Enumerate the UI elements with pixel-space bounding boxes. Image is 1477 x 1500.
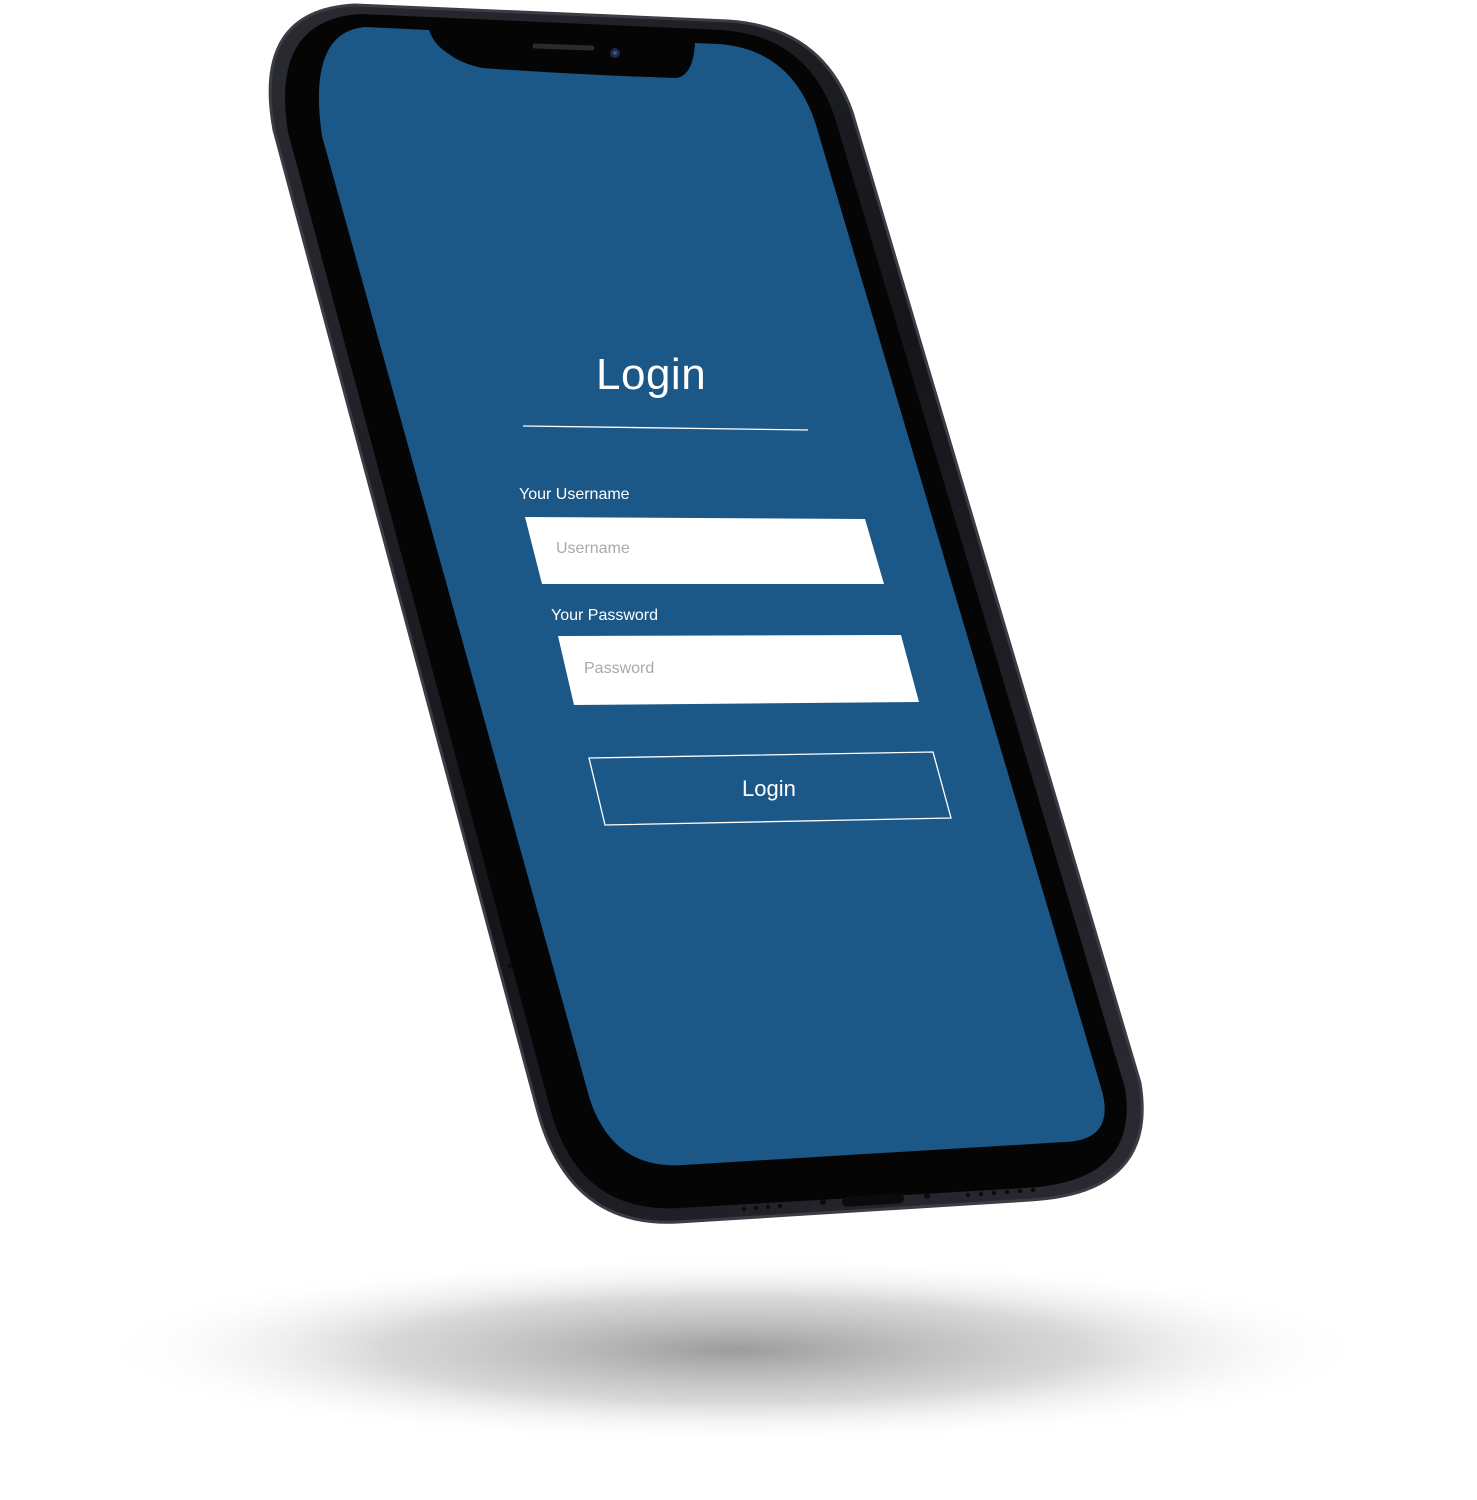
password-placeholder: Password	[584, 660, 655, 677]
username-placeholder: Username	[556, 540, 630, 557]
login-button-label: Login	[742, 776, 796, 801]
username-label: Your Username	[519, 486, 630, 503]
login-screen: Login Your Username Username Your Passwo…	[0, 0, 1477, 1500]
title-divider-layer	[522, 425, 952, 826]
username-input[interactable]: Username	[530, 519, 875, 583]
password-label: Your Password	[551, 607, 659, 624]
title-divider	[522, 425, 809, 431]
mockup-stage: Login Your Username Username Your Passwo…	[0, 0, 1477, 1500]
password-input[interactable]: Password	[563, 637, 911, 703]
login-button[interactable]: Login	[595, 755, 945, 822]
